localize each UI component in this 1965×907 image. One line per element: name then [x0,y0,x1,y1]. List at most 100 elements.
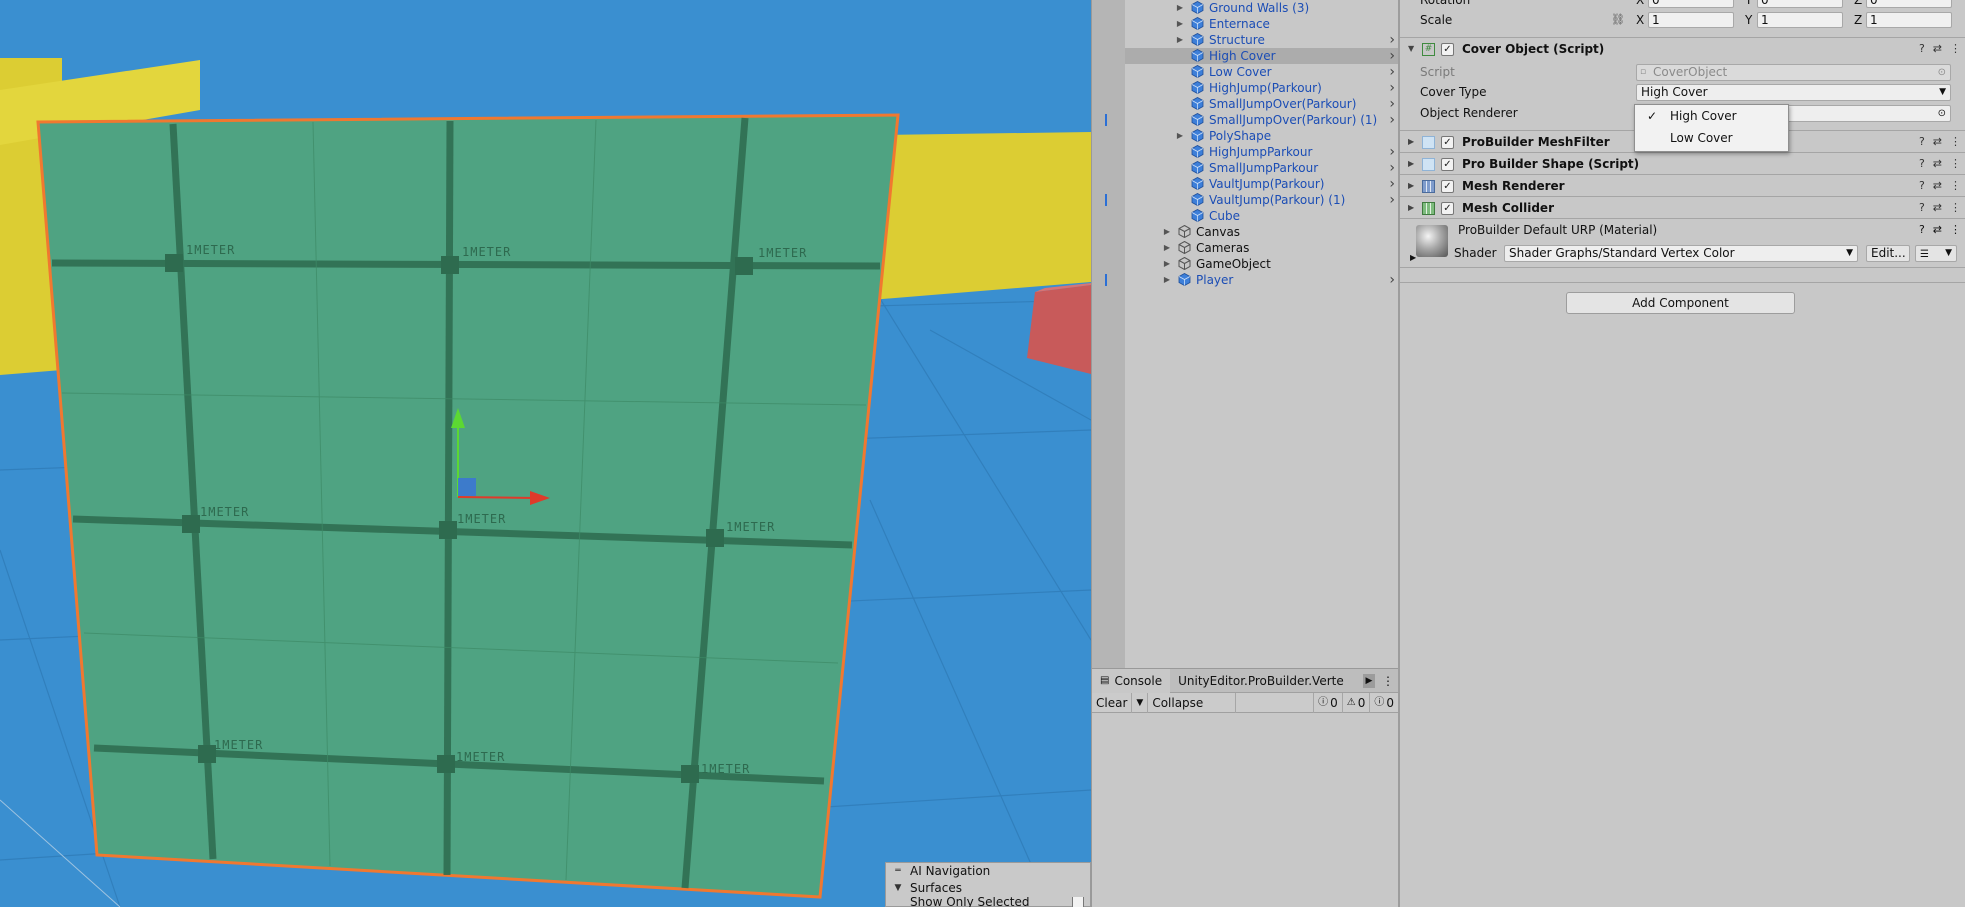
chevron-right-icon[interactable]: ▶ [1408,175,1414,197]
cover-type-dropdown[interactable]: High Cover ▼ [1636,84,1951,101]
surfaces-foldout[interactable]: ▼ Surfaces [886,880,1090,897]
collapse-button[interactable]: Collapse [1148,692,1237,713]
hierarchy-item[interactable]: SmallJumpOver(Parkour) › [1125,96,1399,112]
edit-shader-button[interactable]: Edit... [1866,245,1910,262]
show-only-selected-row[interactable]: Show Only Selected [886,897,1090,907]
hierarchy-item[interactable]: SmallJumpParkour › [1125,160,1399,176]
hierarchy-item[interactable]: SmallJumpOver(Parkour) (1) › [1105,112,1399,128]
preset-icon[interactable]: ⇄ [1933,197,1942,219]
component-menu-icon[interactable]: ⋮ [1950,175,1961,197]
open-prefab-arrow-icon[interactable]: › [1389,48,1395,64]
scale-z-field[interactable]: 1 [1866,12,1952,28]
help-icon[interactable]: ? [1919,175,1925,197]
show-only-selected-checkbox[interactable] [1072,897,1084,907]
hierarchy-panel[interactable]: ▶ Ground Walls (3) ▶ Enternace ▶ Structure › Hi… [1091,0,1399,668]
info-count-toggle[interactable]: ⓘ 0 [1313,692,1342,713]
hierarchy-item[interactable]: Low Cover › [1125,64,1399,80]
hierarchy-item[interactable]: ▶ Canvas [1125,224,1399,240]
chevron-right-icon[interactable]: ▶ [1162,272,1172,288]
tab-probuilder-log[interactable]: UnityEditor.ProBuilder.Verte [1170,669,1350,693]
mesh-collider-header[interactable]: ▶ ✓ Mesh Collider ? ⇄ ⋮ [1400,196,1965,218]
help-icon[interactable]: ? [1919,197,1925,219]
scene-canvas[interactable]: 1METER 1METER 1METER 1METER 1METER 1METE… [0,0,1091,907]
scale-y-field[interactable]: 1 [1757,12,1843,28]
chevron-right-icon[interactable]: ▶ [1175,0,1185,16]
component-menu-icon[interactable]: ⋮ [1950,153,1961,175]
cover-type-option-high[interactable]: ✓ High Cover [1635,105,1788,127]
probuilder-shape-header[interactable]: ▶ ✓ Pro Builder Shape (Script) ? ⇄ ⋮ [1400,152,1965,174]
open-prefab-arrow-icon[interactable]: › [1389,80,1395,96]
help-icon[interactable]: ? [1919,131,1925,153]
rotation-z-field[interactable]: 0 [1866,0,1952,8]
component-menu-icon[interactable]: ⋮ [1950,223,1961,236]
cover-object-enabled-checkbox[interactable]: ✓ [1441,43,1454,56]
more-options-icon[interactable]: ⋮ [1382,674,1394,688]
open-prefab-arrow-icon[interactable]: › [1389,64,1395,80]
component-menu-icon[interactable]: ⋮ [1950,131,1961,153]
mesh-collider-enabled-checkbox[interactable]: ✓ [1441,202,1454,215]
chevron-right-icon[interactable]: ▶ [1408,153,1414,175]
open-prefab-arrow-icon[interactable]: › [1389,160,1395,176]
object-picker-icon[interactable]: ⊙ [1938,106,1946,121]
hierarchy-item[interactable]: ▶ Ground Walls (3) [1125,0,1399,16]
mesh-renderer-header[interactable]: ▶ ✓ Mesh Renderer ? ⇄ ⋮ [1400,174,1965,196]
component-menu-icon[interactable]: ⋮ [1950,38,1961,60]
preset-icon[interactable]: ⇄ [1933,131,1942,153]
preset-icon[interactable]: ⇄ [1933,223,1942,236]
scene-view[interactable]: 1METER 1METER 1METER 1METER 1METER 1METE… [0,0,1091,907]
hierarchy-item[interactable]: HighJumpParkour › [1125,144,1399,160]
shader-dropdown[interactable]: Shader Graphs/Standard Vertex Color ▼ [1504,245,1858,262]
add-component-button[interactable]: Add Component [1566,292,1795,314]
chevron-down-icon[interactable]: ▼ [1408,38,1414,60]
cover-object-header[interactable]: ▼ # ✓ Cover Object (Script) ? ⇄ ⋮ [1400,37,1965,59]
chevron-right-icon[interactable]: ▶ [1175,16,1185,32]
hierarchy-item[interactable]: High Cover › [1125,48,1399,64]
preset-icon[interactable]: ⇄ [1933,175,1942,197]
mesh-renderer-enabled-checkbox[interactable]: ✓ [1441,180,1454,193]
preset-icon[interactable]: ⇄ [1933,38,1942,60]
chevron-right-icon[interactable]: ▶ [1408,197,1414,219]
cover-type-popup[interactable]: ✓ High Cover Low Cover [1634,104,1789,152]
help-icon[interactable]: ? [1919,38,1925,60]
hierarchy-item[interactable]: ▶ Player › [1105,272,1399,288]
cover-type-option-low[interactable]: Low Cover [1635,127,1788,149]
hierarchy-item[interactable]: Cube [1125,208,1399,224]
clear-button[interactable]: Clear [1092,692,1133,713]
scale-x-field[interactable]: 1 [1648,12,1734,28]
chevron-right-icon[interactable]: ▶ [1175,32,1185,48]
hierarchy-item[interactable]: ▶ Structure › [1125,32,1399,48]
chevron-right-icon[interactable]: ▶ [1175,128,1185,144]
hierarchy-item[interactable]: VaultJump(Parkour) (1) › [1105,192,1399,208]
drag-handle-icon[interactable]: ═ [892,863,904,880]
meshfilter-enabled-checkbox[interactable]: ✓ [1441,136,1454,149]
probuilder-shape-enabled-checkbox[interactable]: ✓ [1441,158,1454,171]
ai-navigation-header[interactable]: ═ AI Navigation [886,863,1090,880]
help-icon[interactable]: ? [1919,153,1925,175]
warning-count-toggle[interactable]: ⚠ 0 [1341,692,1370,713]
preset-icon[interactable]: ⇄ [1933,153,1942,175]
chevron-right-icon[interactable]: ▶ [1162,256,1172,272]
component-menu-icon[interactable]: ⋮ [1950,197,1961,219]
chevron-right-icon[interactable]: ▶ [1162,240,1172,256]
help-icon[interactable]: ? [1919,223,1925,236]
material-options-dropdown[interactable]: ☰ ▼ [1915,245,1957,262]
hierarchy-item[interactable]: ▶ GameObject [1125,256,1399,272]
open-prefab-arrow-icon[interactable]: › [1389,272,1395,288]
open-prefab-arrow-icon[interactable]: › [1389,192,1395,208]
hierarchy-item[interactable]: ▶ Enternace [1125,16,1399,32]
hierarchy-item[interactable]: HighJump(Parkour) › [1125,80,1399,96]
open-prefab-arrow-icon[interactable]: › [1389,176,1395,192]
console-panel[interactable]: ▤ Console UnityEditor.ProBuilder.Verte ▶… [1091,668,1398,907]
rotation-x-field[interactable]: 0 [1648,0,1734,8]
chevron-right-icon[interactable]: ▶ [1162,224,1172,240]
chevron-down-icon[interactable]: ▼ [892,880,904,897]
hierarchy-item[interactable]: ▶ Cameras [1125,240,1399,256]
rotation-y-field[interactable]: 0 [1757,0,1843,8]
open-prefab-arrow-icon[interactable]: › [1389,112,1395,128]
open-prefab-arrow-icon[interactable]: › [1389,96,1395,112]
clear-options-dropdown[interactable]: ▼ [1132,692,1149,713]
error-count-toggle[interactable]: ⓘ 0 [1369,692,1398,713]
hierarchy-item[interactable]: ▶ PolyShape [1125,128,1399,144]
link-scale-icon[interactable]: ⛓ [1611,10,1625,30]
hierarchy-item[interactable]: VaultJump(Parkour) › [1125,176,1399,192]
